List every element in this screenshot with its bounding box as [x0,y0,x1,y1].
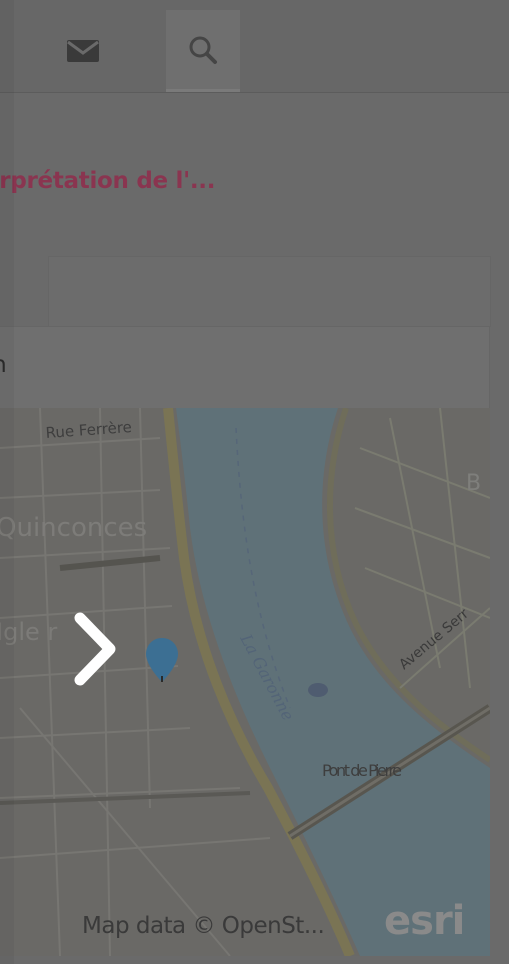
page-title: erprétation de l'... [0,168,216,194]
mail-icon [67,40,99,62]
map-label-edge: B [466,471,481,496]
content-strip [48,256,491,327]
map-marker-icon[interactable] [144,636,180,684]
app-screen: erprétation de l'... on [0,0,509,964]
location-field[interactable] [0,326,490,410]
search-icon [189,36,217,64]
esri-logo: esri [384,898,465,944]
map-label-bridge: Pont de Pierre [322,761,402,780]
next-arrow-icon[interactable] [70,612,120,686]
top-nav-bar [0,0,509,93]
mail-button[interactable] [46,10,120,92]
left-edge-shade [0,0,14,964]
search-tab[interactable] [166,10,240,92]
map-attribution: Map data © OpenSt... [82,913,325,939]
map-label-square: Quinconces [0,513,147,543]
